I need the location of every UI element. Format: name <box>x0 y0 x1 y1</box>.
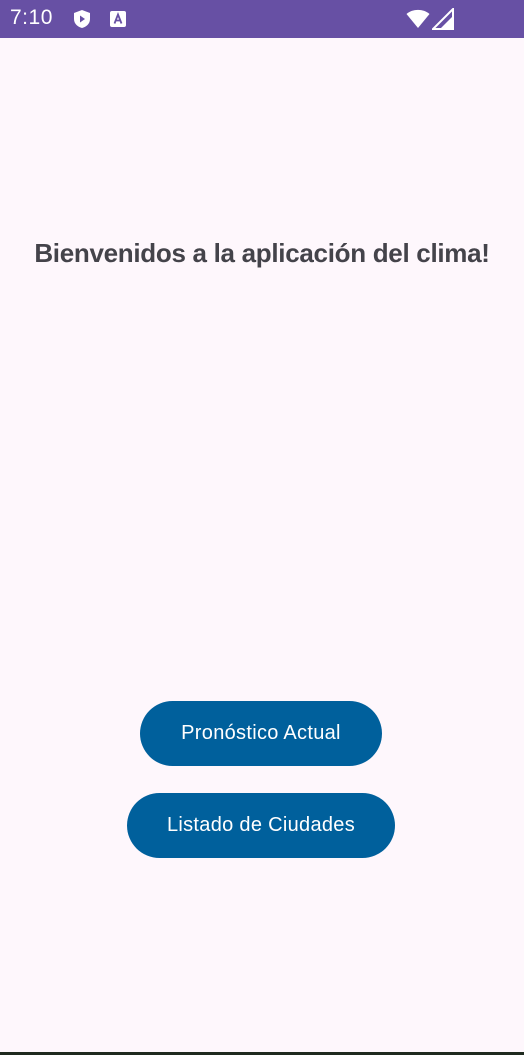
app-screen: 7:10 Bienvenidos a la aplicación del cli… <box>0 0 524 1052</box>
current-forecast-button[interactable]: Pronóstico Actual <box>140 701 382 766</box>
status-time: 7:10 <box>10 6 53 29</box>
wifi-icon <box>406 8 430 30</box>
status-bar: 7:10 <box>0 0 524 38</box>
a-badge-icon <box>108 9 128 29</box>
city-list-button[interactable]: Listado de Ciudades <box>127 793 395 858</box>
shield-play-icon <box>72 9 92 29</box>
signal-icon <box>430 6 454 30</box>
welcome-title: Bienvenidos a la aplicación del clima! <box>34 238 490 268</box>
